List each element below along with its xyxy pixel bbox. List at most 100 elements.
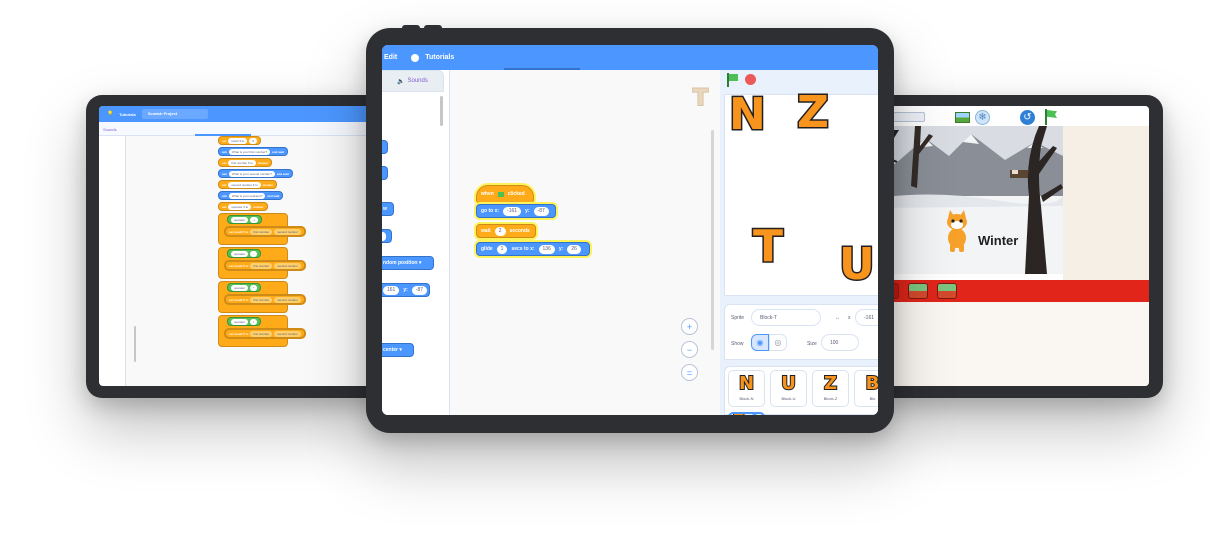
scene-thumb-2-icon[interactable] bbox=[908, 283, 928, 299]
tab-sounds[interactable]: 🔈 Sounds bbox=[382, 70, 444, 92]
left-if-block[interactable]: operator - set result ▾ to first number seco… bbox=[218, 247, 305, 279]
left-block-input[interactable]: operator ▾ to bbox=[228, 203, 252, 210]
x-value-field[interactable]: -161 bbox=[855, 309, 878, 326]
left-scrollbar[interactable] bbox=[134, 326, 136, 362]
left-if-condition[interactable]: operator / bbox=[227, 317, 262, 326]
left-block-input[interactable]: first number ▾ to bbox=[228, 159, 256, 166]
left-block-ask[interactable]: ask What is your operator? and wait bbox=[218, 191, 284, 200]
sprite-name-field[interactable]: Block-T bbox=[751, 309, 821, 326]
script-stack[interactable]: when clicked go to x: -161 y: -87 wait 2… bbox=[476, 185, 590, 256]
left-if-block[interactable]: operator + set result ▾ to first number seco… bbox=[218, 213, 305, 245]
left-tablet: 💡 Tutorials Scratch Project Sounds set re… bbox=[86, 95, 386, 398]
menu-tutorials[interactable]: Tutorials bbox=[425, 54, 454, 61]
sprite-corner-letter: T bbox=[692, 85, 709, 112]
right-toolbar: ❄ ↺ bbox=[875, 106, 1149, 126]
costume-thumb-icon[interactable] bbox=[893, 112, 925, 122]
lightbulb-icon[interactable]: 💡 bbox=[107, 111, 113, 117]
go-to-xy-block[interactable]: go to x: -161 y: -87 bbox=[476, 204, 556, 218]
undo-icon[interactable]: ↺ bbox=[1020, 110, 1035, 125]
palette-block-stub[interactable] bbox=[382, 140, 388, 154]
stage-letter-n[interactable]: N bbox=[728, 88, 768, 142]
stage-letter-t[interactable]: T bbox=[751, 220, 784, 274]
zoom-out-button[interactable]: − bbox=[681, 341, 698, 358]
sprite-tile-block-n[interactable]: N Block-N bbox=[728, 370, 765, 407]
sprite-tile-block-z[interactable]: Z Block-Z bbox=[812, 370, 849, 407]
glide-block[interactable]: glide 1 secs to x: 136 y: 26 bbox=[476, 242, 590, 256]
lightbulb-icon[interactable] bbox=[411, 53, 420, 62]
left-block-ask[interactable]: ask What is your second number? and wait bbox=[218, 169, 293, 178]
left-if-block[interactable]: operator / set result ▾ to first number seco… bbox=[218, 315, 305, 347]
code-area[interactable]: T when clicked go to x: -161 y: -87 wait… bbox=[450, 70, 720, 415]
left-if-condition[interactable]: operator + bbox=[227, 215, 262, 224]
left-block-input[interactable]: result ▾ to bbox=[228, 137, 248, 144]
delete-sprite-icon[interactable] bbox=[750, 414, 759, 415]
left-if-body-set[interactable]: set result ▾ to first number second number bbox=[225, 329, 305, 338]
right-side-panel bbox=[1063, 126, 1149, 280]
left-if-body-set[interactable]: set result ▾ to first number second number bbox=[225, 227, 305, 236]
eye-icon: ◉ bbox=[756, 338, 764, 347]
hat-when-flag-clicked[interactable]: when clicked bbox=[476, 185, 534, 203]
wait-block[interactable]: wait 2 seconds bbox=[476, 224, 536, 238]
palette-block-stub[interactable] bbox=[382, 166, 388, 180]
left-block-input[interactable]: What is your second number? bbox=[229, 170, 275, 177]
glide-y-input[interactable]: 26 bbox=[567, 244, 581, 254]
winter-stage[interactable]: Winter bbox=[875, 126, 1063, 274]
palette-block-stub[interactable]: w bbox=[382, 202, 394, 216]
left-block-input[interactable]: second number ▾ to bbox=[228, 181, 261, 188]
zoom-in-button[interactable]: + bbox=[681, 318, 698, 335]
left-tab-sounds[interactable]: Sounds bbox=[103, 127, 117, 132]
wait-input[interactable]: 2 bbox=[494, 226, 506, 236]
scene-thumb-3-icon[interactable] bbox=[937, 283, 957, 299]
glide-secs-input[interactable]: 1 bbox=[496, 244, 508, 254]
glide-x-input[interactable]: 136 bbox=[538, 244, 555, 254]
goto-x-input[interactable]: -161 bbox=[503, 206, 522, 216]
left-script-stack[interactable]: set result ▾ to 0 ask What is your first num… bbox=[218, 136, 328, 356]
show-hidden-toggle[interactable]: ◎ bbox=[769, 334, 787, 351]
left-project-title[interactable]: Scratch Project bbox=[141, 109, 208, 119]
left-block-set[interactable]: set second number ▾ to answer bbox=[218, 180, 278, 189]
palette-goto-xy[interactable]: 161 y: -87 bbox=[382, 283, 430, 297]
left-block-set[interactable]: set first number ▾ to answer bbox=[218, 158, 273, 167]
stage-caption: Winter bbox=[978, 233, 1019, 248]
palette-goto-random[interactable]: ndom position ▾ bbox=[382, 256, 434, 270]
stage-letter-u[interactable]: U bbox=[838, 238, 877, 292]
selected-sprite-tile[interactable]: T bbox=[728, 412, 765, 415]
left-code-area: set result ▾ to 0 ask What is your first num… bbox=[125, 136, 386, 386]
left-block-value[interactable]: 0 bbox=[249, 137, 258, 144]
goto-y-input[interactable]: -87 bbox=[533, 206, 549, 216]
green-flag-button[interactable] bbox=[726, 73, 739, 87]
show-visible-toggle[interactable]: ◉ bbox=[751, 334, 769, 351]
palette-block-stub[interactable] bbox=[382, 229, 392, 243]
left-block-input[interactable]: What is your first number? bbox=[229, 148, 271, 155]
palette-point-center[interactable]: center ▾ bbox=[382, 343, 414, 357]
palette-x-value[interactable]: 161 bbox=[383, 285, 400, 295]
left-block-set[interactable]: set result ▾ to 0 bbox=[218, 136, 262, 145]
palette-y-value[interactable]: -87 bbox=[411, 285, 428, 295]
stop-button[interactable] bbox=[745, 74, 756, 85]
left-block-input[interactable]: What is your operator? bbox=[229, 192, 266, 199]
left-block-ask[interactable]: ask What is your first number? and wait bbox=[218, 147, 289, 156]
left-if-block[interactable]: operator * set result ▾ to first number seco… bbox=[218, 281, 305, 313]
left-if-body-set[interactable]: set result ▾ to first number second number bbox=[225, 295, 305, 304]
stage-letter-z[interactable]: Z bbox=[796, 86, 831, 140]
left-block-set[interactable]: set operator ▾ to answer bbox=[218, 202, 268, 211]
size-field[interactable]: 100 bbox=[821, 334, 859, 351]
snowflake-icon[interactable]: ❄ bbox=[975, 110, 990, 125]
left-if-body-set[interactable]: set result ▾ to first number second number bbox=[225, 261, 305, 270]
left-block-tail: and wait bbox=[267, 193, 280, 198]
zoom-reset-button[interactable]: = bbox=[681, 364, 698, 381]
left-block-tail: and wait bbox=[272, 149, 285, 154]
left-if-condition[interactable]: operator * bbox=[227, 283, 262, 292]
stage[interactable]: N Z T U bbox=[724, 86, 878, 296]
palette-scrollbar[interactable] bbox=[440, 96, 443, 126]
sprite-tile-block-u[interactable]: U Block-U bbox=[770, 370, 807, 407]
left-menu-tutorials[interactable]: Tutorials bbox=[119, 112, 136, 117]
green-flag-icon[interactable] bbox=[1044, 109, 1058, 125]
left-if-condition[interactable]: operator - bbox=[227, 249, 262, 258]
palette-center-label: center ▾ bbox=[383, 347, 402, 353]
sprite-tile-block-b[interactable]: B Blo bbox=[854, 370, 878, 407]
landscape-icon[interactable] bbox=[955, 112, 970, 123]
sprite-label: Sprite bbox=[731, 315, 745, 321]
menu-edit[interactable]: Edit bbox=[384, 54, 397, 61]
code-scrollbar[interactable] bbox=[711, 130, 714, 350]
